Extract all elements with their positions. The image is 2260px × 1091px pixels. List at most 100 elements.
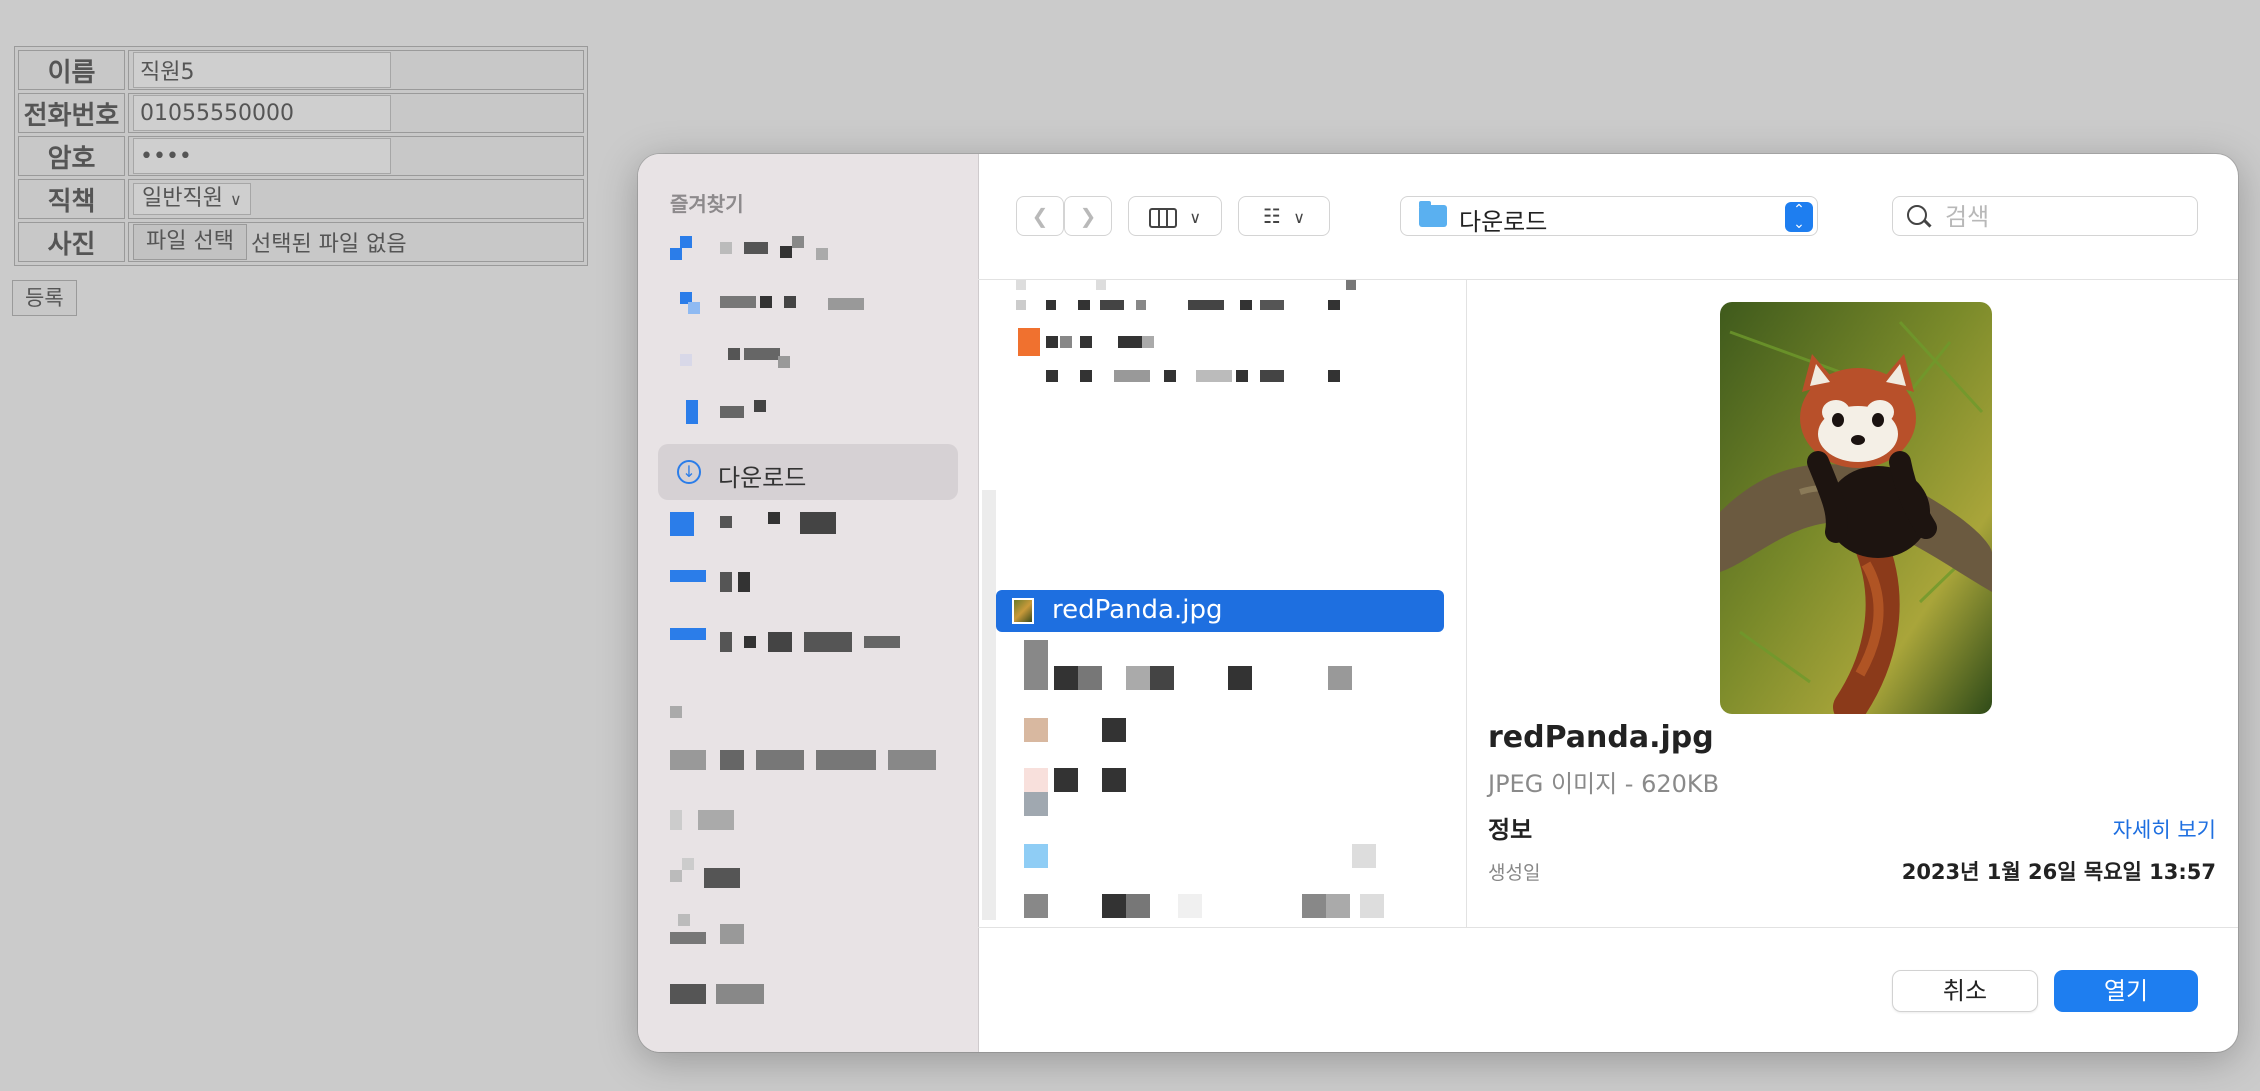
sidebar-item-redacted[interactable] bbox=[658, 222, 958, 278]
sidebar-item-downloads[interactable]: ↓ 다운로드 bbox=[658, 444, 958, 500]
search-box[interactable] bbox=[1892, 196, 2198, 236]
name-cell bbox=[128, 50, 584, 90]
sidebar-item-redacted[interactable] bbox=[658, 614, 958, 670]
redacted-block bbox=[1024, 792, 1048, 816]
redacted-block bbox=[1102, 894, 1126, 918]
redacted-block bbox=[1240, 300, 1252, 310]
file-name: redPanda.jpg bbox=[1052, 595, 1223, 625]
list-item-selected[interactable]: redPanda.jpg bbox=[996, 590, 1444, 632]
list-item[interactable] bbox=[996, 718, 1444, 760]
redacted-block bbox=[760, 296, 772, 308]
list-item[interactable] bbox=[996, 640, 1444, 690]
sidebar-item-redacted[interactable] bbox=[658, 500, 958, 556]
list-item[interactable] bbox=[996, 280, 1444, 322]
list-item[interactable] bbox=[996, 328, 1444, 382]
up-down-chevron-icon: ⌃ ⌄ bbox=[1785, 202, 1813, 232]
redacted-block bbox=[720, 296, 756, 308]
sidebar-item-label: 다운로드 bbox=[718, 464, 807, 492]
sidebar-item-redacted[interactable] bbox=[658, 556, 958, 612]
list-item[interactable] bbox=[996, 768, 1444, 816]
phone-input[interactable] bbox=[133, 95, 391, 131]
redacted-block bbox=[1046, 300, 1056, 310]
red-panda-photo bbox=[1720, 302, 1992, 714]
redacted-block bbox=[1360, 894, 1384, 918]
chevron-down-icon: ∨ bbox=[229, 190, 242, 209]
forward-button[interactable]: ❯ bbox=[1064, 196, 1112, 236]
redacted-block bbox=[1024, 894, 1048, 918]
redacted-block bbox=[780, 246, 792, 258]
redacted-block bbox=[1024, 768, 1048, 792]
redacted-block bbox=[1196, 370, 1232, 382]
sidebar-item-redacted[interactable] bbox=[658, 684, 958, 740]
file-status-text: 선택된 파일 없음 bbox=[250, 232, 407, 257]
list-item[interactable] bbox=[996, 844, 1444, 886]
sidebar-item-redacted[interactable] bbox=[658, 334, 958, 390]
phone-label: 전화번호 bbox=[18, 93, 125, 133]
sidebar-item-redacted[interactable] bbox=[658, 734, 958, 790]
view-mode-button[interactable]: ∨ bbox=[1128, 196, 1222, 236]
chevron-right-icon: ❯ bbox=[1079, 204, 1097, 228]
name-input[interactable] bbox=[133, 52, 391, 88]
redacted-block bbox=[888, 750, 936, 770]
location-select[interactable]: 다운로드 ⌃ ⌄ bbox=[1400, 196, 1818, 236]
role-label: 직책 bbox=[18, 179, 125, 219]
location-label: 다운로드 bbox=[1459, 208, 1548, 236]
sidebar-item-redacted[interactable] bbox=[658, 794, 958, 850]
role-select[interactable]: 일반직원 ∨ bbox=[133, 183, 251, 215]
preview-filename: redPanda.jpg bbox=[1488, 720, 1714, 755]
redacted-block bbox=[864, 636, 900, 648]
redacted-block bbox=[720, 632, 732, 652]
created-label: 생성일 bbox=[1488, 862, 1541, 884]
redacted-block bbox=[720, 406, 744, 418]
chevron-down-icon: ∨ bbox=[1189, 208, 1202, 227]
redacted-block bbox=[756, 750, 804, 770]
redacted-block bbox=[1018, 328, 1040, 356]
redacted-block bbox=[816, 750, 876, 770]
redacted-block bbox=[1024, 844, 1048, 868]
redacted-block bbox=[1016, 300, 1026, 310]
preview-pane: redPanda.jpg JPEG 이미지 - 620KB 정보 자세히 보기 … bbox=[1467, 280, 2238, 928]
show-more-link[interactable]: 자세히 보기 bbox=[2113, 814, 2216, 844]
sidebar-item-redacted[interactable] bbox=[658, 278, 958, 334]
password-label: 암호 bbox=[18, 136, 125, 176]
redacted-block bbox=[670, 628, 706, 640]
search-input[interactable] bbox=[1943, 201, 2187, 233]
scrollbar[interactable] bbox=[982, 490, 996, 920]
redacted-block bbox=[828, 298, 864, 310]
redacted-block bbox=[1328, 666, 1352, 690]
redacted-block bbox=[728, 348, 740, 360]
redacted-block bbox=[698, 810, 734, 830]
download-icon: ↓ bbox=[677, 460, 701, 484]
redacted-block bbox=[680, 236, 692, 248]
sidebar-item-redacted[interactable] bbox=[658, 968, 958, 1024]
cancel-button[interactable]: 취소 bbox=[1892, 970, 2038, 1012]
list-item[interactable] bbox=[996, 894, 1444, 928]
group-by-button[interactable]: ☷ ∨ bbox=[1238, 196, 1330, 236]
sidebar-item-redacted[interactable] bbox=[658, 854, 958, 910]
open-button[interactable]: 열기 bbox=[2054, 970, 2198, 1012]
redacted-block bbox=[720, 750, 744, 770]
sidebar: 즐겨찾기 ↓ 다운로드 bbox=[638, 154, 979, 1052]
redacted-block bbox=[1080, 370, 1092, 382]
redacted-block bbox=[1100, 300, 1124, 310]
redacted-block bbox=[804, 632, 852, 652]
redacted-block bbox=[1102, 718, 1126, 742]
redacted-block bbox=[1060, 336, 1072, 348]
sidebar-item-redacted[interactable] bbox=[658, 910, 958, 966]
redacted-block bbox=[1236, 370, 1248, 382]
sidebar-item-redacted[interactable] bbox=[658, 390, 958, 446]
submit-button[interactable]: 등록 bbox=[12, 280, 77, 316]
redacted-block bbox=[1142, 336, 1154, 348]
password-cell bbox=[128, 136, 584, 176]
photo-cell: 파일 선택 선택된 파일 없음 bbox=[128, 222, 584, 262]
choose-file-button[interactable]: 파일 선택 bbox=[133, 224, 247, 260]
phone-cell bbox=[128, 93, 584, 133]
back-button[interactable]: ❮ bbox=[1016, 196, 1064, 236]
redacted-block bbox=[1046, 336, 1058, 348]
redacted-block bbox=[1228, 666, 1252, 690]
redacted-block bbox=[682, 858, 694, 870]
password-input[interactable] bbox=[133, 138, 391, 174]
image-file-icon bbox=[1012, 598, 1034, 624]
redacted-block bbox=[670, 870, 682, 882]
redacted-block bbox=[1024, 718, 1048, 742]
